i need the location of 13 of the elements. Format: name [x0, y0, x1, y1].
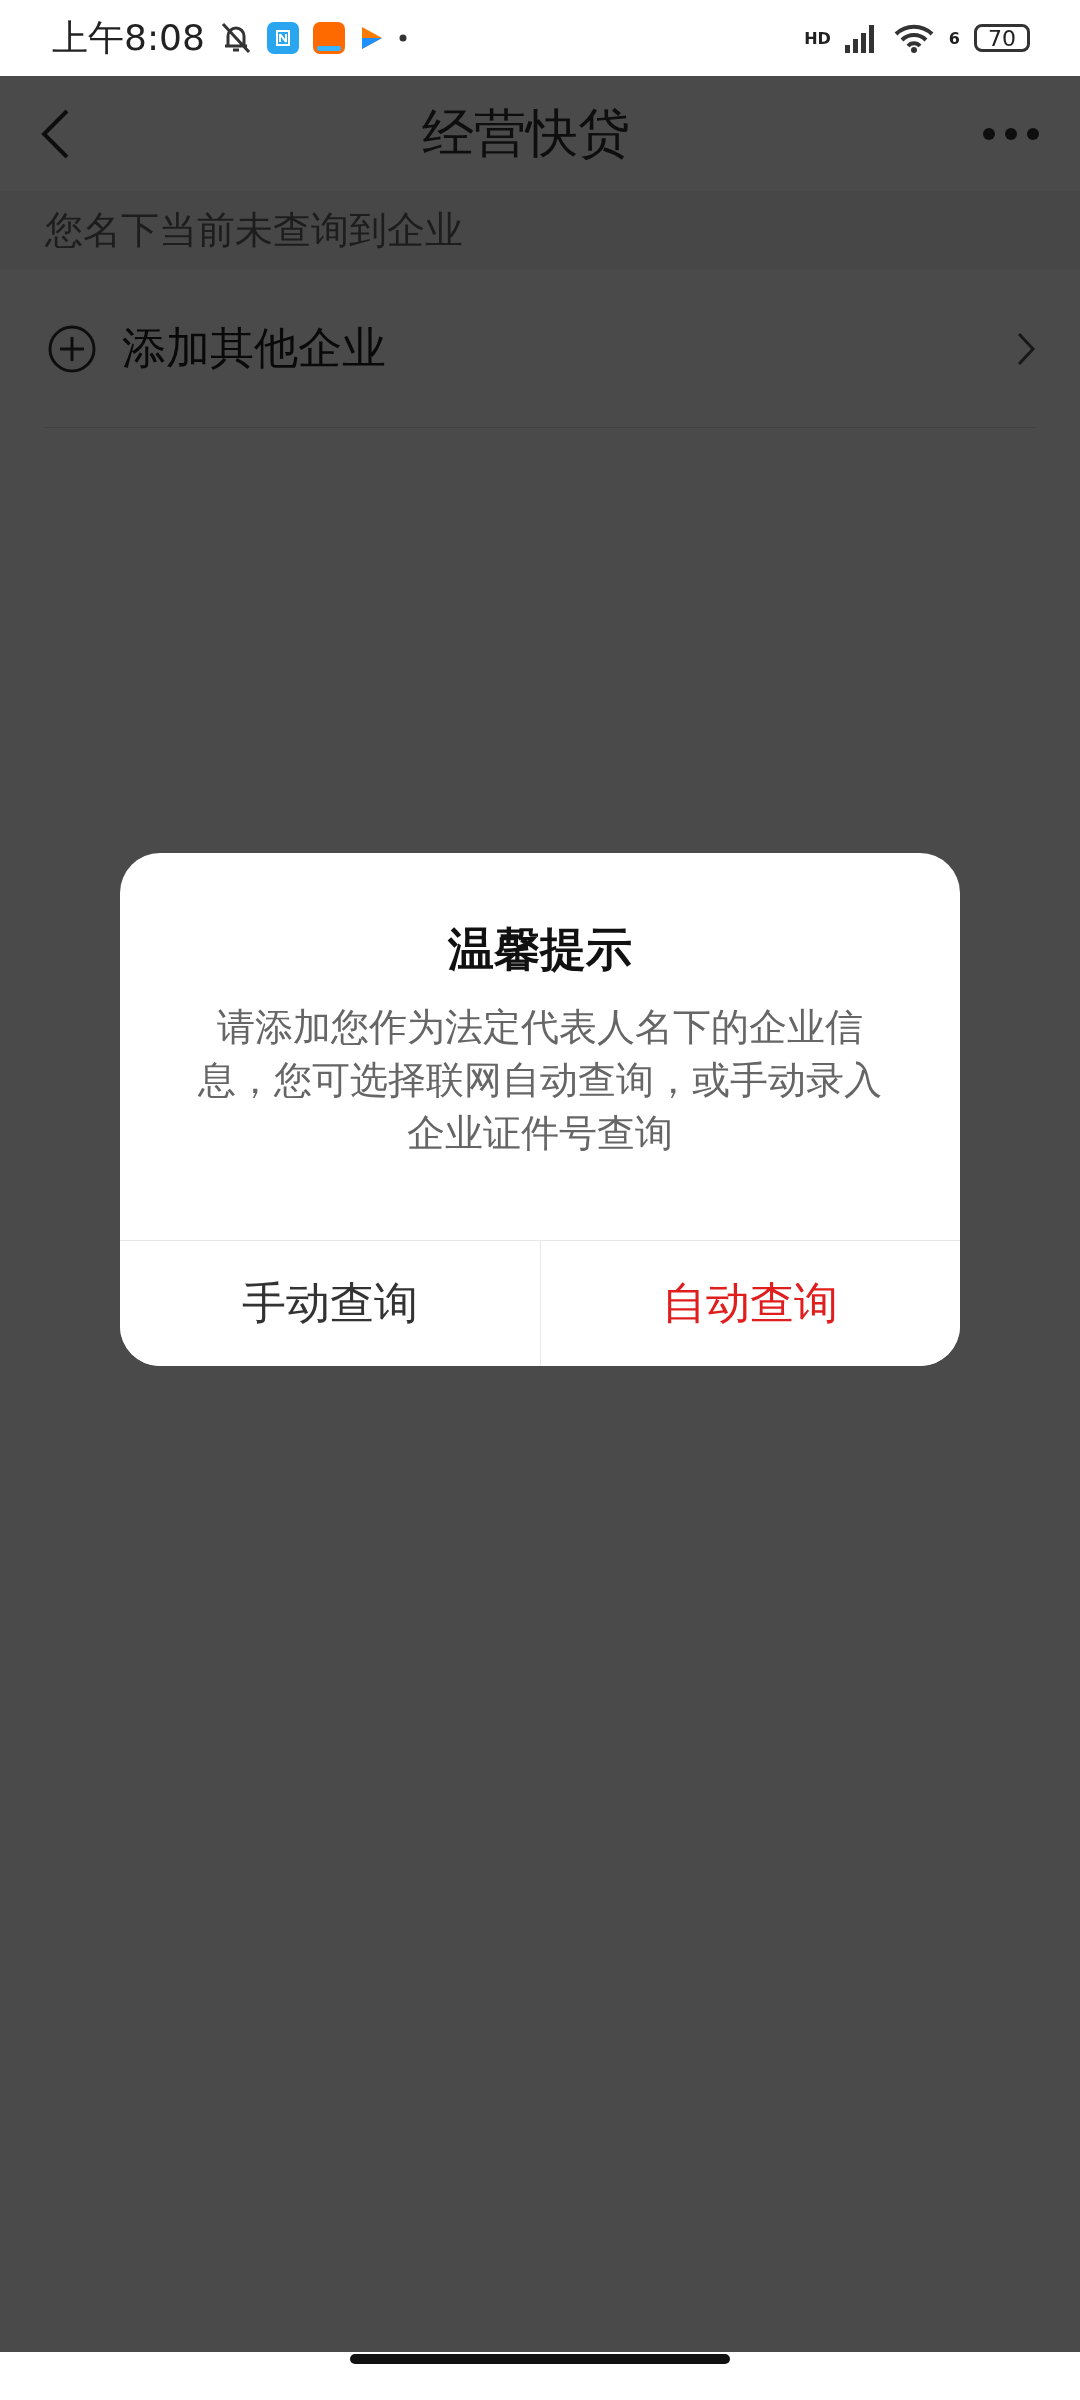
app-icon [312, 22, 345, 54]
network-label: HD [804, 28, 831, 48]
page-title: 经营快贷 [422, 101, 630, 165]
battery-icon: 70 [974, 24, 1030, 52]
status-time: 上午8:08 [52, 15, 205, 60]
wifi-label: 6 [948, 28, 960, 48]
confirm-button[interactable]: 自动查询 [539, 1241, 960, 1366]
nfc-icon [266, 22, 299, 54]
dialog-title: 温馨提示 [447, 921, 633, 978]
dialog-message: 请添加您作为法定代表人名下的企业信息，您可选择联网自动查询，或手动录入企业证件号查询 [197, 1004, 883, 1157]
home-indicator[interactable] [350, 2354, 730, 2364]
dot-icon [398, 34, 407, 42]
wifi-icon [892, 23, 935, 53]
